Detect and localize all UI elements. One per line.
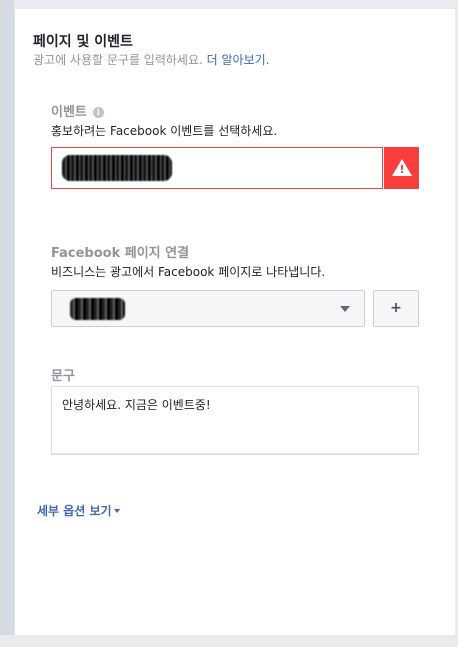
text-label: 문구 bbox=[51, 369, 75, 384]
info-icon[interactable]: i bbox=[92, 107, 104, 118]
more-options-link[interactable]: 세부 옵션 보기 bbox=[37, 502, 120, 519]
section-subtitle: 광고에 사용할 문구를 입력하세요. 더 알아보기. bbox=[33, 51, 270, 68]
event-description: 홍보하려는 Facebook 이벤트를 선택하세요. bbox=[51, 124, 278, 138]
ad-text-area[interactable]: 안녕하세요. 지금은 이벤트중! bbox=[51, 386, 419, 455]
learn-more-link[interactable]: 더 알아보기. bbox=[207, 53, 270, 67]
warning-exclamation: ! bbox=[399, 163, 405, 176]
page-connect-label: Facebook 페이지 연결 bbox=[51, 246, 190, 261]
more-options-label: 세부 옵션 보기 bbox=[37, 504, 112, 518]
event-error-badge: ! bbox=[384, 147, 419, 189]
redacted-page-name bbox=[70, 298, 125, 320]
event-label: 이벤트 i bbox=[51, 101, 104, 120]
section-subtitle-text: 광고에 사용할 문구를 입력하세요. bbox=[33, 53, 203, 67]
left-sidebar-strip bbox=[0, 0, 14, 647]
page-and-event-panel: 페이지 및 이벤트 광고에 사용할 문구를 입력하세요. 더 알아보기. 이벤트… bbox=[14, 9, 455, 635]
section-title: 페이지 및 이벤트 bbox=[33, 34, 133, 50]
caret-down-icon bbox=[113, 509, 120, 513]
page-connect-description: 비즈니스는 광고에서 Facebook 페이지로 나타냅니다. bbox=[51, 265, 326, 279]
event-label-text: 이벤트 bbox=[51, 105, 87, 120]
add-page-button[interactable]: + bbox=[373, 290, 419, 327]
chevron-down-icon bbox=[340, 306, 350, 312]
bottom-band bbox=[0, 635, 458, 647]
event-input[interactable] bbox=[51, 147, 383, 189]
ad-text-value: 안녕하세요. 지금은 이벤트중! bbox=[62, 398, 211, 412]
page-select-dropdown[interactable] bbox=[51, 290, 365, 327]
redacted-event-name bbox=[62, 155, 172, 181]
